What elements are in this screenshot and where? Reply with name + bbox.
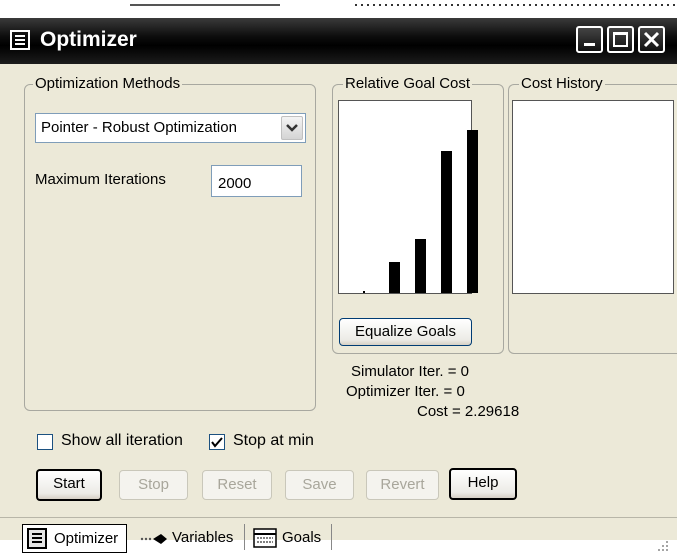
goal-cost-bar: [415, 239, 426, 293]
resize-grip-icon[interactable]: [657, 540, 669, 552]
tab-variables-label: Variables: [172, 529, 234, 546]
tab-separator: [331, 524, 332, 550]
window-app-icon: [10, 30, 30, 50]
background-window-edge-left: [130, 4, 280, 6]
optimization-methods-label: Optimization Methods: [33, 75, 183, 93]
close-button[interactable]: [638, 26, 665, 53]
method-select-value: Pointer - Robust Optimization: [41, 119, 237, 136]
show-all-iterations-label: Show all iteration: [61, 432, 183, 449]
maximize-icon: [613, 32, 628, 47]
variables-icon: [140, 534, 167, 544]
cost-history-plot: [512, 100, 674, 294]
optimizer-window: Optimizer Optimization Methods Pointer -…: [0, 18, 677, 553]
close-icon: [643, 31, 660, 48]
show-all-iterations-checkbox[interactable]: [37, 434, 53, 450]
max-iterations-input[interactable]: [211, 165, 302, 197]
goal-cost-bar: [389, 262, 400, 293]
tab-separator: [244, 524, 245, 550]
help-button[interactable]: Help: [449, 468, 517, 500]
background-window-strip: [0, 0, 677, 10]
max-iterations-label: Maximum Iterations: [35, 171, 166, 188]
start-button[interactable]: Start: [36, 469, 102, 501]
cost-history-label: Cost History: [519, 75, 605, 93]
background-window-edge: [355, 4, 677, 6]
stop-at-min-label: Stop at min: [233, 432, 314, 449]
window-title: Optimizer: [40, 28, 137, 51]
minimize-button[interactable]: [576, 26, 603, 53]
method-select[interactable]: Pointer - Robust Optimization: [35, 113, 306, 143]
stop-at-min-checkbox[interactable]: [209, 434, 225, 450]
goal-cost-bar: [467, 130, 478, 293]
revert-button[interactable]: Revert: [366, 470, 439, 500]
chevron-down-icon: [286, 124, 298, 132]
goal-cost-bar: [363, 291, 365, 293]
goals-icon: [253, 528, 277, 548]
optimizer-icon: [27, 528, 47, 549]
method-select-dropdown-button[interactable]: [281, 116, 303, 140]
optimizer-iterations-text: Optimizer Iter. = 0: [346, 383, 465, 400]
goal-cost-bar: [441, 151, 452, 293]
relative-goal-cost-plot: [338, 100, 478, 294]
minimize-icon: [584, 43, 595, 46]
maximize-button[interactable]: [607, 26, 634, 53]
tab-optimizer[interactable]: Optimizer: [22, 524, 127, 553]
stop-button[interactable]: Stop: [119, 470, 188, 500]
tab-goals-label: Goals: [282, 529, 322, 546]
simulator-iterations-text: Simulator Iter. = 0: [351, 363, 469, 380]
equalize-goals-button[interactable]: Equalize Goals: [339, 318, 472, 346]
reset-button[interactable]: Reset: [202, 470, 272, 500]
view-tab-strip: Optimizer Variables Goals: [0, 517, 677, 558]
checkmark-icon: [211, 437, 223, 448]
cost-value-text: Cost = 2.29618: [417, 403, 520, 420]
tab-optimizer-label: Optimizer: [54, 530, 119, 547]
title-bar[interactable]: Optimizer: [0, 18, 677, 64]
relative-goal-cost-label: Relative Goal Cost: [343, 75, 473, 93]
save-button[interactable]: Save: [285, 470, 354, 500]
